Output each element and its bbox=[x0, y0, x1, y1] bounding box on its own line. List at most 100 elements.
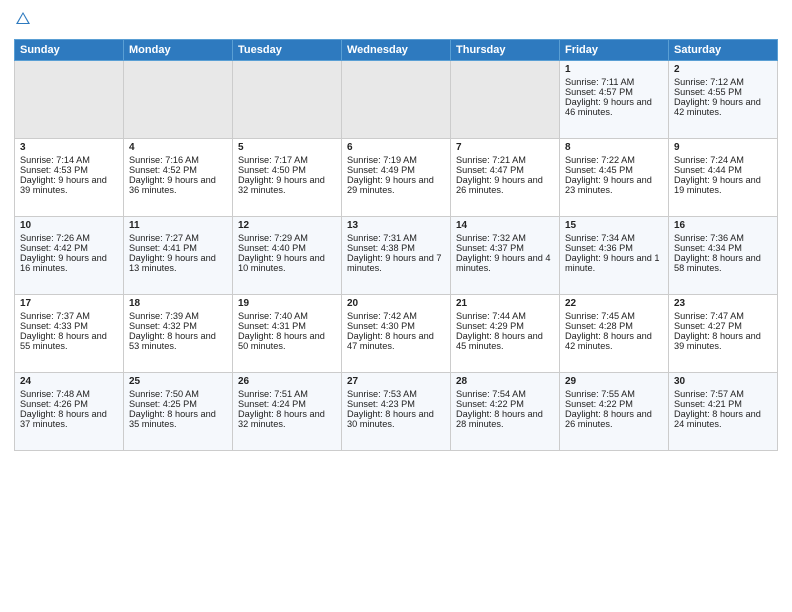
day-number: 30 bbox=[674, 376, 772, 387]
day-number: 2 bbox=[674, 64, 772, 75]
day-info: Daylight: 9 hours and 36 minutes. bbox=[129, 175, 227, 195]
day-number: 12 bbox=[238, 220, 336, 231]
day-info: Sunrise: 7:14 AM bbox=[20, 155, 118, 165]
calendar-cell: 19Sunrise: 7:40 AMSunset: 4:31 PMDayligh… bbox=[233, 295, 342, 373]
day-info: Sunrise: 7:40 AM bbox=[238, 311, 336, 321]
day-number: 24 bbox=[20, 376, 118, 387]
calendar-cell: 13Sunrise: 7:31 AMSunset: 4:38 PMDayligh… bbox=[342, 217, 451, 295]
day-info: Sunset: 4:52 PM bbox=[129, 165, 227, 175]
calendar-cell: 28Sunrise: 7:54 AMSunset: 4:22 PMDayligh… bbox=[451, 373, 560, 451]
day-number: 6 bbox=[347, 142, 445, 153]
day-info: Daylight: 9 hours and 42 minutes. bbox=[674, 97, 772, 117]
day-info: Sunset: 4:40 PM bbox=[238, 243, 336, 253]
calendar-cell: 4Sunrise: 7:16 AMSunset: 4:52 PMDaylight… bbox=[124, 139, 233, 217]
day-info: Sunrise: 7:55 AM bbox=[565, 389, 663, 399]
day-info: Sunset: 4:41 PM bbox=[129, 243, 227, 253]
calendar-cell: 17Sunrise: 7:37 AMSunset: 4:33 PMDayligh… bbox=[15, 295, 124, 373]
day-number: 9 bbox=[674, 142, 772, 153]
day-info: Sunset: 4:47 PM bbox=[456, 165, 554, 175]
col-header-sunday: Sunday bbox=[15, 40, 124, 61]
day-info: Sunrise: 7:26 AM bbox=[20, 233, 118, 243]
calendar-cell: 6Sunrise: 7:19 AMSunset: 4:49 PMDaylight… bbox=[342, 139, 451, 217]
day-info: Sunrise: 7:21 AM bbox=[456, 155, 554, 165]
calendar-cell: 26Sunrise: 7:51 AMSunset: 4:24 PMDayligh… bbox=[233, 373, 342, 451]
day-info: Sunrise: 7:45 AM bbox=[565, 311, 663, 321]
day-info: Daylight: 8 hours and 26 minutes. bbox=[565, 409, 663, 429]
day-number: 1 bbox=[565, 64, 663, 75]
day-number: 14 bbox=[456, 220, 554, 231]
day-info: Daylight: 8 hours and 32 minutes. bbox=[238, 409, 336, 429]
day-info: Daylight: 8 hours and 39 minutes. bbox=[674, 331, 772, 351]
day-info: Sunset: 4:22 PM bbox=[565, 399, 663, 409]
day-info: Daylight: 8 hours and 35 minutes. bbox=[129, 409, 227, 429]
day-info: Daylight: 9 hours and 29 minutes. bbox=[347, 175, 445, 195]
day-info: Sunset: 4:22 PM bbox=[456, 399, 554, 409]
day-number: 8 bbox=[565, 142, 663, 153]
calendar-week-4: 17Sunrise: 7:37 AMSunset: 4:33 PMDayligh… bbox=[15, 295, 778, 373]
day-info: Sunset: 4:28 PM bbox=[565, 321, 663, 331]
calendar-cell: 15Sunrise: 7:34 AMSunset: 4:36 PMDayligh… bbox=[560, 217, 669, 295]
day-info: Daylight: 9 hours and 16 minutes. bbox=[20, 253, 118, 273]
day-info: Sunset: 4:53 PM bbox=[20, 165, 118, 175]
calendar-header-row: SundayMondayTuesdayWednesdayThursdayFrid… bbox=[15, 40, 778, 61]
day-info: Daylight: 9 hours and 1 minute. bbox=[565, 253, 663, 273]
col-header-wednesday: Wednesday bbox=[342, 40, 451, 61]
day-info: Sunset: 4:38 PM bbox=[347, 243, 445, 253]
day-info: Sunset: 4:21 PM bbox=[674, 399, 772, 409]
day-info: Sunset: 4:24 PM bbox=[238, 399, 336, 409]
calendar-cell: 23Sunrise: 7:47 AMSunset: 4:27 PMDayligh… bbox=[669, 295, 778, 373]
day-number: 13 bbox=[347, 220, 445, 231]
day-info: Sunrise: 7:47 AM bbox=[674, 311, 772, 321]
calendar-cell bbox=[451, 61, 560, 139]
calendar-cell bbox=[124, 61, 233, 139]
day-info: Daylight: 8 hours and 28 minutes. bbox=[456, 409, 554, 429]
day-number: 16 bbox=[674, 220, 772, 231]
day-info: Sunset: 4:57 PM bbox=[565, 87, 663, 97]
day-info: Daylight: 9 hours and 32 minutes. bbox=[238, 175, 336, 195]
day-info: Daylight: 9 hours and 39 minutes. bbox=[20, 175, 118, 195]
day-info: Daylight: 8 hours and 24 minutes. bbox=[674, 409, 772, 429]
calendar-cell: 11Sunrise: 7:27 AMSunset: 4:41 PMDayligh… bbox=[124, 217, 233, 295]
calendar-cell: 20Sunrise: 7:42 AMSunset: 4:30 PMDayligh… bbox=[342, 295, 451, 373]
calendar-cell: 14Sunrise: 7:32 AMSunset: 4:37 PMDayligh… bbox=[451, 217, 560, 295]
day-info: Sunset: 4:50 PM bbox=[238, 165, 336, 175]
day-info: Sunset: 4:32 PM bbox=[129, 321, 227, 331]
calendar-week-5: 24Sunrise: 7:48 AMSunset: 4:26 PMDayligh… bbox=[15, 373, 778, 451]
day-info: Sunrise: 7:42 AM bbox=[347, 311, 445, 321]
day-info: Sunset: 4:27 PM bbox=[674, 321, 772, 331]
day-number: 3 bbox=[20, 142, 118, 153]
day-number: 4 bbox=[129, 142, 227, 153]
header bbox=[14, 10, 778, 33]
day-info: Daylight: 9 hours and 46 minutes. bbox=[565, 97, 663, 117]
day-number: 17 bbox=[20, 298, 118, 309]
calendar-cell: 18Sunrise: 7:39 AMSunset: 4:32 PMDayligh… bbox=[124, 295, 233, 373]
day-info: Sunset: 4:34 PM bbox=[674, 243, 772, 253]
calendar-cell: 24Sunrise: 7:48 AMSunset: 4:26 PMDayligh… bbox=[15, 373, 124, 451]
calendar-cell: 10Sunrise: 7:26 AMSunset: 4:42 PMDayligh… bbox=[15, 217, 124, 295]
day-info: Sunrise: 7:54 AM bbox=[456, 389, 554, 399]
day-info: Sunrise: 7:44 AM bbox=[456, 311, 554, 321]
day-info: Sunrise: 7:37 AM bbox=[20, 311, 118, 321]
day-info: Daylight: 9 hours and 4 minutes. bbox=[456, 253, 554, 273]
calendar-cell: 22Sunrise: 7:45 AMSunset: 4:28 PMDayligh… bbox=[560, 295, 669, 373]
calendar-cell: 7Sunrise: 7:21 AMSunset: 4:47 PMDaylight… bbox=[451, 139, 560, 217]
calendar-cell: 3 Sunrise: 7:14 AMSunset: 4:53 PMDaylight… bbox=[15, 139, 124, 217]
day-info: Sunset: 4:25 PM bbox=[129, 399, 227, 409]
calendar-cell bbox=[15, 61, 124, 139]
day-info: Daylight: 8 hours and 50 minutes. bbox=[238, 331, 336, 351]
calendar-cell: 29 Sunrise: 7:55 AMSunset: 4:22 PMDayligh… bbox=[560, 373, 669, 451]
calendar-cell: 1 Sunrise: 7:11 AMSunset: 4:57 PMDaylight… bbox=[560, 61, 669, 139]
day-number: 5 bbox=[238, 142, 336, 153]
day-number: 15 bbox=[565, 220, 663, 231]
day-info: Daylight: 8 hours and 30 minutes. bbox=[347, 409, 445, 429]
col-header-saturday: Saturday bbox=[669, 40, 778, 61]
calendar-table: SundayMondayTuesdayWednesdayThursdayFrid… bbox=[14, 39, 778, 451]
day-info: Sunrise: 7:11 AM bbox=[565, 77, 663, 87]
day-number: 29 bbox=[565, 376, 663, 387]
col-header-monday: Monday bbox=[124, 40, 233, 61]
day-number: 18 bbox=[129, 298, 227, 309]
calendar-cell: 30Sunrise: 7:57 AMSunset: 4:21 PMDayligh… bbox=[669, 373, 778, 451]
day-number: 10 bbox=[20, 220, 118, 231]
day-info: Daylight: 8 hours and 53 minutes. bbox=[129, 331, 227, 351]
calendar-cell bbox=[342, 61, 451, 139]
